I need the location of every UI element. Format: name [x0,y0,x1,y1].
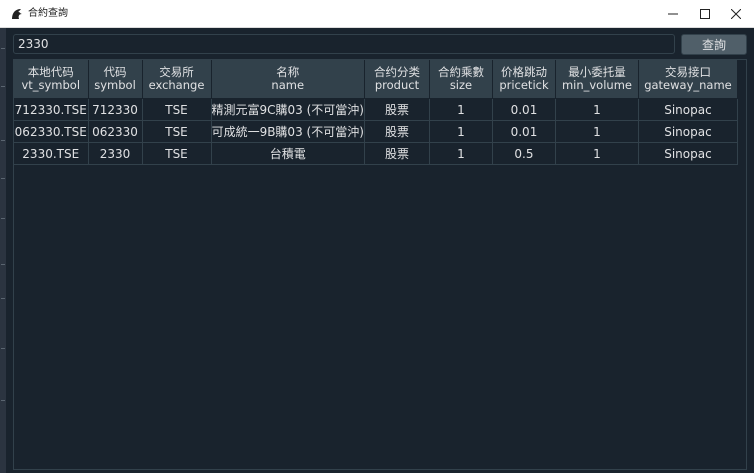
minimize-icon [668,13,678,15]
cell-min-volume[interactable]: 1 [555,142,639,165]
cell-product[interactable]: 股票 [364,98,430,121]
minimize-button[interactable] [655,0,691,28]
title-bar: 合約查詢 [0,0,754,28]
query-button[interactable]: 查詢 [681,34,747,55]
cell-pricetick[interactable]: 0.01 [492,98,556,121]
cell-pricetick[interactable]: 0.01 [492,120,556,143]
header-gateway-name[interactable]: 交易接口 gateway_name [638,60,738,99]
header-product[interactable]: 合约分类 product [364,60,430,99]
cell-product[interactable]: 股票 [364,142,430,165]
cell-exchange[interactable]: TSE [142,98,212,121]
app-logo-icon [12,9,22,19]
header-symbol[interactable]: 代码 symbol [88,60,143,99]
header-name[interactable]: 名称 name [211,60,365,99]
cell-symbol[interactable]: 712330 [88,98,143,121]
cell-gateway-name[interactable]: Sinopac [638,98,738,121]
cell-pricetick[interactable]: 0.5 [492,142,556,165]
table-header-row: 本地代码 vt_symbol 代码 symbol 交易所 exchange 名称 nam… [14,60,738,99]
cell-symbol[interactable]: 062330 [88,120,143,143]
table-row[interactable]: 062330.TSE 062330 TSE 可成統一9B購03 (不可當沖) 股… [14,120,738,143]
cell-exchange[interactable]: TSE [142,120,212,143]
close-button[interactable] [718,0,754,28]
header-key: vt_symbol [21,78,81,92]
cell-symbol[interactable]: 2330 [88,142,143,165]
header-key: min_volume [561,78,632,92]
cell-min-volume[interactable]: 1 [555,98,639,121]
cell-gateway-name[interactable]: Sinopac [638,142,738,165]
header-key: gateway_name [644,78,732,92]
maximize-icon [700,9,710,19]
header-key: pricetick [499,78,549,92]
header-size[interactable]: 合約乘數 size [429,60,493,99]
contract-table[interactable]: 本地代码 vt_symbol 代码 symbol 交易所 exchange 名称 nam… [13,59,747,470]
table-row[interactable]: 2330.TSE 2330 TSE 台積電 股票 1 0.5 1 Sinopac [14,142,738,165]
cell-name[interactable]: 精測元富9C購03 (不可當沖) [211,98,365,121]
header-min-volume[interactable]: 最小委托量 min_volume [555,60,639,99]
cell-name[interactable]: 可成統一9B購03 (不可當沖) [211,120,365,143]
header-key: name [271,78,305,92]
background-window-edge [0,28,6,473]
cell-size[interactable]: 1 [429,120,493,143]
cell-vt-symbol[interactable]: 2330.TSE [14,142,89,165]
cell-size[interactable]: 1 [429,142,493,165]
cell-size[interactable]: 1 [429,98,493,121]
window-title: 合約查詢 [28,8,68,19]
header-vt-symbol[interactable]: 本地代码 vt_symbol [14,60,89,99]
table-row[interactable]: 712330.TSE 712330 TSE 精測元富9C購03 (不可當沖) 股… [14,98,738,121]
header-key: exchange [148,78,205,92]
header-key: size [449,78,473,92]
symbol-search-input[interactable] [13,34,675,54]
cell-product[interactable]: 股票 [364,120,430,143]
cell-exchange[interactable]: TSE [142,142,212,165]
cell-vt-symbol[interactable]: 712330.TSE [14,98,89,121]
header-exchange[interactable]: 交易所 exchange [142,60,212,99]
cell-min-volume[interactable]: 1 [555,120,639,143]
close-icon [731,9,741,19]
cell-name[interactable]: 台積電 [211,142,365,165]
header-key: symbol [94,78,136,92]
cell-vt-symbol[interactable]: 062330.TSE [14,120,89,143]
header-pricetick[interactable]: 价格跳动 pricetick [492,60,556,99]
cell-gateway-name[interactable]: Sinopac [638,120,738,143]
header-key: product [374,78,420,92]
